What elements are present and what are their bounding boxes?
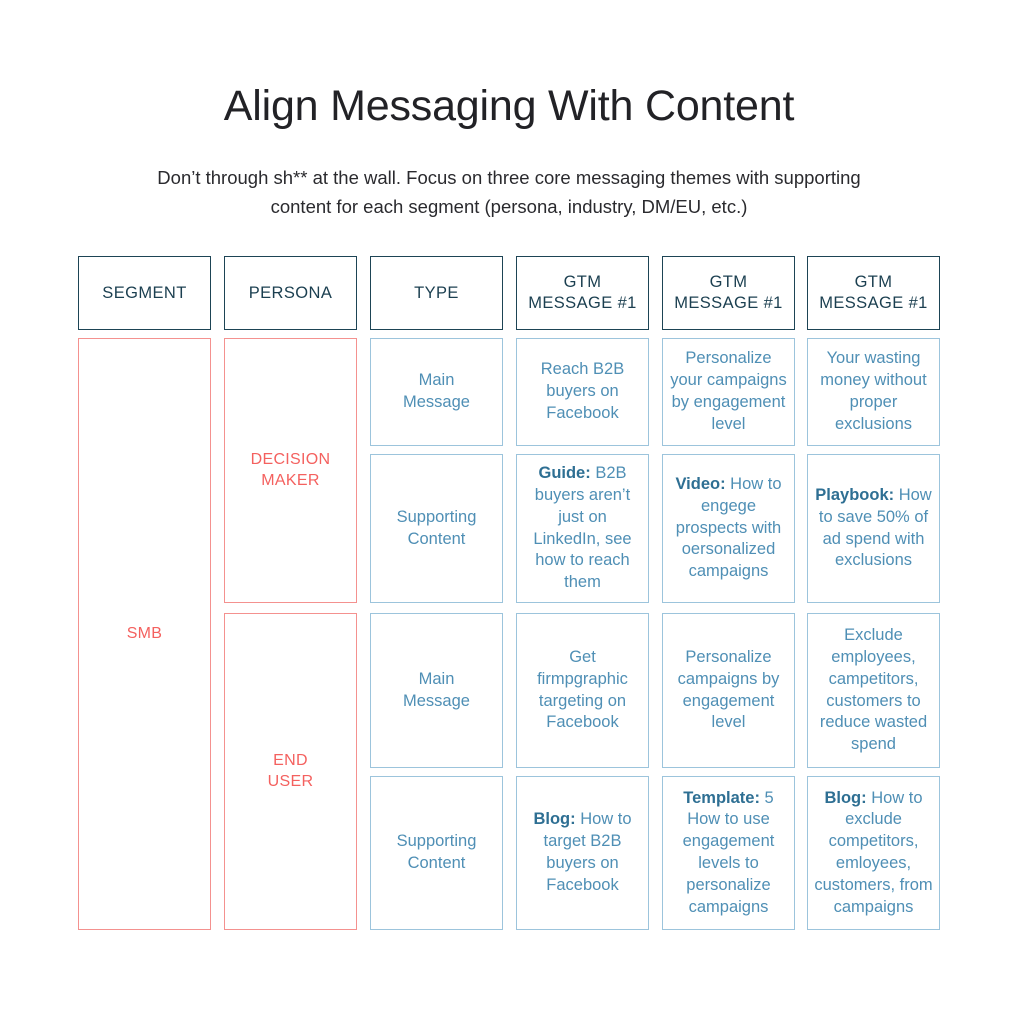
column-header-label: SEGMENT	[102, 283, 187, 302]
message-text: Video: How to engege prospects with oers…	[675, 475, 782, 581]
message-text: Blog: How to exclude competitors, emloye…	[814, 788, 933, 916]
message-text: Blog: How to target B2B buyers on Facebo…	[533, 810, 632, 894]
message-text: Get firmpgraphic targeting on Facebook	[537, 647, 628, 732]
message-cell: Your wasting money without proper exclus…	[807, 338, 940, 446]
type-cell: Main Message	[370, 613, 503, 768]
type-cell: Supporting Content	[370, 776, 503, 930]
type-label: Main Message	[403, 669, 470, 710]
column-header-label: GTM MESSAGE #1	[674, 273, 783, 312]
column-header-gtm-message-1: GTM MESSAGE #1	[516, 256, 649, 330]
message-lead: Video:	[675, 475, 726, 494]
message-cell: Template: 5 How to use engagement levels…	[662, 776, 795, 930]
column-header-label: GTM MESSAGE #1	[528, 273, 637, 312]
message-cell: Personalize your campaigns by engagement…	[662, 338, 795, 446]
persona-cell-end-user: END USER	[224, 613, 357, 930]
message-lead: Blog:	[533, 810, 576, 829]
message-cell: Blog: How to target B2B buyers on Facebo…	[516, 776, 649, 930]
persona-cell-decision-maker: DECISION MAKER	[224, 338, 357, 603]
message-cell: Playbook: How to save 50% of ad spend wi…	[807, 454, 940, 603]
message-text: Exclude employees, campetitors, customer…	[819, 626, 928, 754]
messaging-matrix: SEGMENT PERSONA TYPE GTM MESSAGE #1 GTM ME…	[78, 256, 940, 930]
message-text: Reach B2B buyers on Facebook	[540, 360, 625, 422]
type-label: Main Message	[403, 371, 470, 411]
message-lead: Guide:	[538, 464, 591, 483]
persona-label: DECISION MAKER	[250, 450, 331, 489]
column-header-persona: PERSONA	[224, 256, 357, 330]
message-text: Playbook: How to save 50% of ad spend wi…	[815, 485, 932, 570]
slide-canvas: Align Messaging With Content Don’t throu…	[0, 0, 1018, 1018]
column-header-label: PERSONA	[248, 283, 333, 302]
persona-label: END USER	[267, 751, 314, 790]
message-text: Your wasting money without proper exclus…	[820, 349, 927, 433]
page-subtitle: Don’t through sh** at the wall. Focus on…	[157, 167, 861, 217]
message-text: Personalize campaigns by engagement leve…	[677, 647, 780, 732]
message-cell: Exclude employees, campetitors, customer…	[807, 613, 940, 768]
column-header-label: GTM MESSAGE #1	[819, 273, 928, 312]
segment-label: SMB	[126, 624, 163, 642]
column-header-type: TYPE	[370, 256, 503, 330]
message-text: Guide: B2B buyers aren’t just on LinkedI…	[533, 464, 632, 592]
type-cell: Supporting Content	[370, 454, 503, 603]
column-header-gtm-message-3: GTM MESSAGE #1	[807, 256, 940, 330]
message-cell: Blog: How to exclude competitors, emloye…	[807, 776, 940, 930]
message-cell: Video: How to engege prospects with oers…	[662, 454, 795, 603]
type-label: Supporting Content	[396, 832, 477, 872]
message-lead: Template:	[683, 788, 760, 807]
type-label: Supporting Content	[396, 507, 477, 548]
column-header-gtm-message-2: GTM MESSAGE #1	[662, 256, 795, 330]
message-cell: Guide: B2B buyers aren’t just on LinkedI…	[516, 454, 649, 603]
message-cell: Personalize campaigns by engagement leve…	[662, 613, 795, 768]
page-title: Align Messaging With Content	[223, 82, 795, 130]
message-text: Template: 5 How to use engagement levels…	[682, 788, 775, 916]
column-header-label: TYPE	[414, 283, 459, 302]
type-cell: Main Message	[370, 338, 503, 446]
message-text: Personalize your campaigns by engagement…	[670, 349, 787, 433]
message-lead: Blog:	[824, 788, 867, 807]
column-header-segment: SEGMENT	[78, 256, 211, 330]
message-cell: Get firmpgraphic targeting on Facebook	[516, 613, 649, 768]
message-lead: Playbook:	[815, 485, 895, 504]
message-cell: Reach B2B buyers on Facebook	[516, 338, 649, 446]
segment-cell-smb: SMB	[78, 338, 211, 930]
